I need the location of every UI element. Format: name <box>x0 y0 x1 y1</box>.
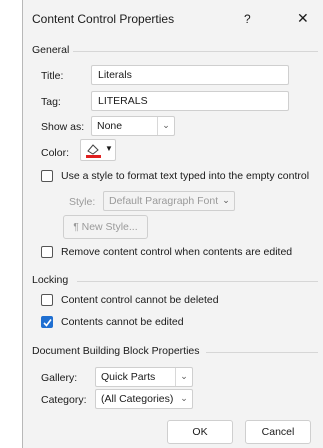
cannot-delete-checkbox[interactable] <box>41 294 53 306</box>
tag-field[interactable]: LITERALS <box>91 91 289 111</box>
show-as-label: Show as: <box>41 121 85 133</box>
show-as-value: None <box>97 120 123 132</box>
color-picker-button[interactable]: ▼ <box>80 139 116 161</box>
color-label: Color: <box>41 147 70 159</box>
remove-control-checkbox[interactable] <box>41 246 53 258</box>
remove-control-label: Remove content control when contents are… <box>61 246 293 258</box>
building-block-divider <box>206 352 318 353</box>
style-value: Default Paragraph Font <box>109 195 219 207</box>
use-style-label: Use a style to format text typed into th… <box>61 170 310 182</box>
title-field[interactable]: Literals <box>91 65 289 85</box>
general-divider <box>73 51 318 52</box>
cannot-edit-checkbox[interactable] <box>41 316 53 328</box>
chevron-down-icon: ⌄ <box>175 368 192 386</box>
title-field-value: Literals <box>98 69 132 81</box>
tag-label: Tag: <box>41 96 61 108</box>
building-block-heading: Document Building Block Properties <box>32 345 200 357</box>
cannot-delete-label: Content control cannot be deleted <box>61 294 219 306</box>
new-style-icon: ¶ <box>73 222 79 233</box>
dialog-title: Content Control Properties <box>32 12 175 26</box>
ok-button[interactable]: OK <box>167 420 233 444</box>
close-button[interactable]: ✕ <box>297 10 309 27</box>
new-style-button[interactable]: ¶ New Style... <box>63 215 148 239</box>
color-dropdown-icon: ▼ <box>105 144 113 153</box>
style-dropdown[interactable]: Default Paragraph Font ⌄ <box>103 191 235 211</box>
general-heading: General <box>32 44 70 56</box>
title-label: Title: <box>41 70 64 82</box>
new-style-label: New Style... <box>81 221 138 233</box>
paint-bucket-icon <box>86 144 101 158</box>
color-swatch <box>86 155 101 158</box>
locking-heading: Locking <box>32 274 69 286</box>
title-bar: Content Control Properties ? ✕ <box>23 0 323 36</box>
chevron-down-icon: ⌄ <box>180 393 188 403</box>
category-dropdown[interactable]: (All Categories) ⌄ <box>95 389 193 409</box>
show-as-dropdown[interactable]: None ⌄ <box>91 116 175 136</box>
chevron-down-icon: ⌄ <box>157 117 174 135</box>
content-control-properties-dialog: Content Control Properties ? ✕ General T… <box>22 0 323 448</box>
gallery-dropdown[interactable]: Quick Parts ⌄ <box>95 367 193 387</box>
help-button[interactable]: ? <box>244 12 251 26</box>
style-label: Style: <box>69 196 96 208</box>
category-value: (All Categories) <box>101 393 174 405</box>
chevron-down-icon: ⌄ <box>222 195 230 205</box>
gallery-label: Gallery: <box>41 372 78 384</box>
cannot-edit-label: Contents cannot be edited <box>61 316 184 328</box>
locking-divider <box>77 281 318 282</box>
tag-field-value: LITERALS <box>98 95 148 107</box>
category-label: Category: <box>41 394 87 406</box>
cancel-button[interactable]: Cancel <box>245 420 311 444</box>
checkmark-icon <box>43 319 52 327</box>
use-style-checkbox[interactable] <box>41 170 53 182</box>
gallery-value: Quick Parts <box>101 371 156 383</box>
